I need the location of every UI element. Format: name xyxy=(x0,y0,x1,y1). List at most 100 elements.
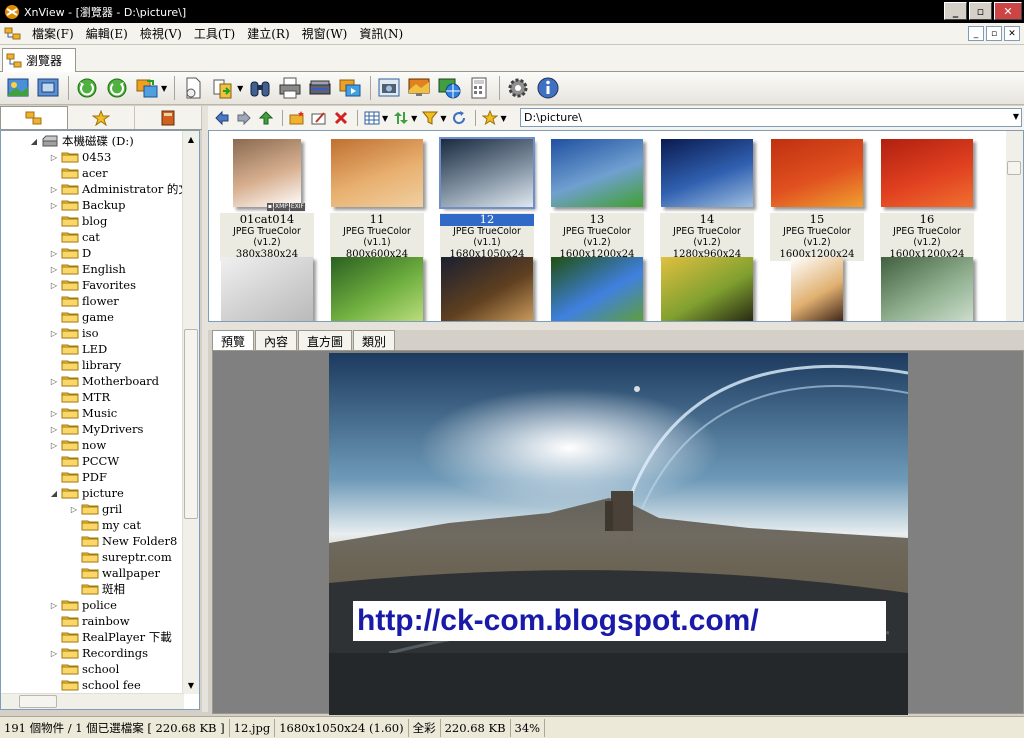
scan-button[interactable] xyxy=(306,74,334,102)
tab-categories[interactable] xyxy=(135,106,202,129)
convert-dropdown[interactable]: ▼ xyxy=(161,84,167,93)
tree-folder-item[interactable]: PCCW xyxy=(49,453,119,469)
copy-to-button[interactable] xyxy=(209,74,237,102)
menu-view[interactable]: 檢視(V) xyxy=(134,25,188,42)
tree-folder-item[interactable]: ◢ picture xyxy=(49,485,124,501)
tree-folder-item[interactable]: ▷ English xyxy=(49,261,126,277)
tree-folder-item[interactable]: ▷ 0453 xyxy=(49,149,111,165)
tree-folder-item[interactable]: ▷ Favorites xyxy=(49,277,136,293)
menu-create[interactable]: 建立(R) xyxy=(241,25,295,42)
tree-expand-icon[interactable]: ▷ xyxy=(49,409,59,418)
tree-folder-item[interactable]: ▷ Music xyxy=(49,405,117,421)
thumbnail-item[interactable] xyxy=(765,249,869,321)
thumbnail-item[interactable] xyxy=(655,249,759,321)
thumbnail-vertical-scrollbar[interactable] xyxy=(1006,131,1023,321)
folder-tree[interactable]: ◢ 本機磁碟 (D:) ▷ 0453 acer ▷ Administrator 的文件 ▷… xyxy=(0,130,200,710)
print-button[interactable] xyxy=(276,74,304,102)
fullscreen-open-button[interactable] xyxy=(4,74,32,102)
find-button[interactable] xyxy=(246,74,274,102)
convert-button[interactable] xyxy=(133,74,161,102)
preview-pane[interactable]: http://ck-com.blogspot.com/ xyxy=(212,350,1024,715)
menu-edit[interactable]: 編輯(E) xyxy=(80,25,134,42)
menu-file[interactable]: 檔案(F) xyxy=(26,25,80,42)
rotate-right-button[interactable] xyxy=(103,74,131,102)
tree-expand-icon[interactable]: ▷ xyxy=(49,249,59,258)
tree-expand-icon[interactable]: ▷ xyxy=(49,281,59,290)
capture-button[interactable] xyxy=(375,74,403,102)
thumbnail-grid[interactable]: ▪ XMP EXIF 01cat014 JPEG TrueColor (v1.2) 380… xyxy=(208,130,1024,322)
tree-hscroll-thumb[interactable] xyxy=(19,695,57,708)
scroll-up-arrow[interactable]: ▲ xyxy=(183,131,199,147)
parent-folder-button[interactable] xyxy=(256,108,276,128)
view-mode-dropdown[interactable]: ▼ xyxy=(382,114,388,123)
tree-folder-item[interactable]: rainbow xyxy=(49,613,130,629)
delete-button[interactable] xyxy=(331,108,351,128)
tab-preview[interactable]: 預覽 xyxy=(212,330,255,350)
favorites-dropdown[interactable]: ▼ xyxy=(500,114,506,123)
fit-window-button[interactable] xyxy=(34,74,62,102)
tab-favorites[interactable] xyxy=(68,106,135,129)
thumbnail-item[interactable]: 13 JPEG TrueColor (v1.2) 1600x1200x24 xyxy=(545,131,649,261)
tree-folder-item[interactable]: ▷ police xyxy=(49,597,117,613)
tab-folders[interactable] xyxy=(0,106,68,129)
chevron-down-icon[interactable]: ▼ xyxy=(1013,112,1019,121)
wallpaper-button[interactable] xyxy=(405,74,433,102)
tree-folder-item[interactable]: ▷ MyDrivers xyxy=(49,421,143,437)
menu-info[interactable]: 資訊(N) xyxy=(353,25,409,42)
close-button[interactable]: ✕ xyxy=(994,2,1022,20)
tree-folder-item[interactable]: ▷ Recordings xyxy=(49,645,148,661)
filter-button[interactable] xyxy=(420,108,440,128)
new-page-button[interactable] xyxy=(179,74,207,102)
tree-folder-item[interactable]: library xyxy=(49,357,121,373)
tree-folder-item[interactable]: MTR xyxy=(49,389,110,405)
tree-folder-item[interactable]: sureptr.com xyxy=(69,549,172,565)
sort-button[interactable] xyxy=(391,108,411,128)
thumbnail-item[interactable] xyxy=(545,249,649,321)
back-button[interactable] xyxy=(212,108,232,128)
thumbnail-item[interactable] xyxy=(875,249,979,321)
path-input[interactable]: D:\picture\ ▼ xyxy=(520,108,1022,127)
settings-button[interactable] xyxy=(504,74,532,102)
favorites-button[interactable] xyxy=(480,108,500,128)
tab-properties[interactable]: 內容 xyxy=(255,330,298,350)
tree-expand-icon[interactable]: ▷ xyxy=(49,377,59,386)
thumbnail-scroll-thumb[interactable] xyxy=(1007,161,1021,175)
rename-button[interactable] xyxy=(309,108,329,128)
calculator-button[interactable] xyxy=(465,74,493,102)
menu-window[interactable]: 視窗(W) xyxy=(296,25,354,42)
tree-folder-item[interactable]: school xyxy=(49,661,119,677)
rotate-left-button[interactable] xyxy=(73,74,101,102)
thumbnail-item[interactable]: 14 JPEG TrueColor (v1.2) 1280x960x24 xyxy=(655,131,759,261)
tree-folder-item[interactable]: flower xyxy=(49,293,119,309)
thumbnail-item[interactable] xyxy=(435,249,539,321)
menu-tools[interactable]: 工具(T) xyxy=(188,25,241,42)
tree-root-drive[interactable]: ◢ 本機磁碟 (D:) xyxy=(29,133,134,149)
view-mode-button[interactable] xyxy=(362,108,382,128)
thumbnail-item[interactable]: 12 JPEG TrueColor (v1.1) 1680x1050x24 xyxy=(435,131,539,261)
tree-expand-icon[interactable]: ▷ xyxy=(49,265,59,274)
maximize-button[interactable]: ▫ xyxy=(969,2,992,20)
tab-categories-list[interactable]: 類別 xyxy=(353,330,396,350)
tree-folder-item[interactable]: ▷ iso xyxy=(49,325,99,341)
horizontal-splitter[interactable] xyxy=(208,322,1024,330)
mdi-close-button[interactable]: ✕ xyxy=(1004,26,1020,41)
tree-folder-item[interactable]: ▷ Motherboard xyxy=(49,373,159,389)
thumbnail-item[interactable]: 16 JPEG TrueColor (v1.2) 1600x1200x24 xyxy=(875,131,979,261)
tree-expand-icon[interactable]: ▷ xyxy=(49,425,59,434)
minimize-button[interactable]: _ xyxy=(944,2,967,20)
tree-vertical-scrollbar[interactable]: ▲ ▼ xyxy=(182,131,199,694)
info-button[interactable] xyxy=(534,74,562,102)
forward-button[interactable] xyxy=(234,108,254,128)
tree-scroll-thumb[interactable] xyxy=(184,329,198,519)
refresh-button[interactable] xyxy=(449,108,469,128)
tree-folder-item[interactable]: wallpaper xyxy=(69,565,160,581)
tree-folder-item[interactable]: LED xyxy=(49,341,107,357)
tree-folder-item[interactable]: acer xyxy=(49,165,108,181)
tree-expand-icon[interactable]: ▷ xyxy=(49,153,59,162)
thumbnail-item[interactable] xyxy=(325,249,429,321)
tree-expand-icon[interactable]: ◢ xyxy=(49,489,59,498)
tab-browser[interactable]: 瀏覽器 xyxy=(2,48,76,72)
tree-expand-icon[interactable]: ▷ xyxy=(49,601,59,610)
tree-folder-item[interactable]: PDF xyxy=(49,469,107,485)
tree-folder-item[interactable]: blog xyxy=(49,213,107,229)
